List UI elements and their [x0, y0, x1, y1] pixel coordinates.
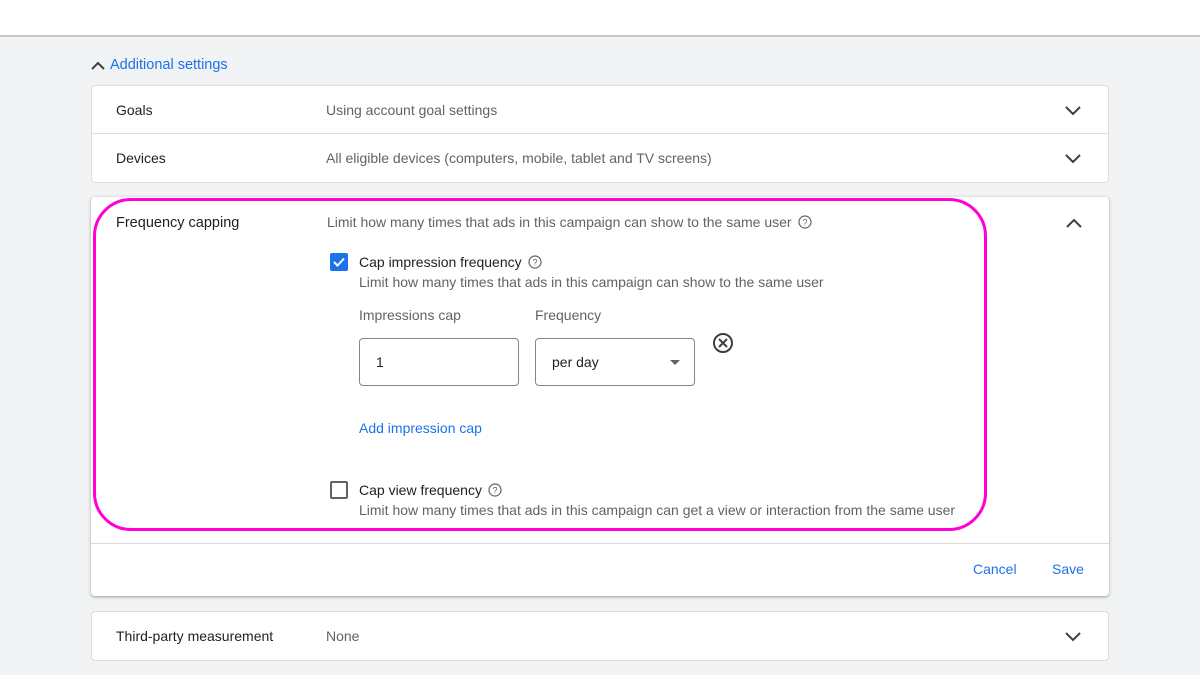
devices-value: All eligible devices (computers, mobile,… [326, 150, 712, 166]
devices-label: Devices [116, 150, 166, 166]
divider [91, 543, 1109, 544]
cap-view-checkbox[interactable] [330, 481, 348, 499]
cap-view-description: Limit how many times that ads in this ca… [359, 502, 956, 518]
devices-card: Devices All eligible devices (computers,… [91, 133, 1109, 183]
frequency-capping-card: Frequency capping Limit how many times t… [91, 197, 1109, 596]
goals-label: Goals [116, 102, 153, 118]
help-icon[interactable]: ? [488, 483, 502, 497]
svg-text:?: ? [802, 218, 807, 228]
chevron-down-icon[interactable] [1064, 104, 1082, 116]
remove-circle-icon[interactable] [712, 332, 734, 354]
goals-row[interactable]: Goals Using account goal settings [92, 86, 1108, 134]
cancel-button[interactable]: Cancel [973, 561, 1017, 577]
svg-text:?: ? [532, 258, 537, 268]
frequency-select[interactable]: per day [535, 338, 695, 386]
frequency-select-value: per day [552, 354, 599, 370]
add-impression-cap-link[interactable]: Add impression cap [359, 420, 482, 436]
cap-impression-label: Cap impression frequency [359, 254, 522, 270]
devices-row[interactable]: Devices All eligible devices (computers,… [92, 134, 1108, 182]
help-icon[interactable]: ? [797, 215, 812, 229]
frequency-label: Frequency [535, 307, 602, 323]
impressions-cap-input[interactable]: 1 [359, 338, 519, 386]
top-bar [0, 0, 1200, 37]
cap-view-label: Cap view frequency [359, 482, 482, 498]
frequency-capping-description: Limit how many times that ads in this ca… [327, 214, 812, 230]
impressions-cap-value: 1 [376, 354, 384, 370]
dropdown-arrow-icon [670, 360, 680, 365]
cap-view-title: Cap view frequency ? [359, 482, 502, 498]
save-button[interactable]: Save [1052, 561, 1084, 577]
chevron-up-icon[interactable] [1065, 217, 1083, 229]
svg-text:?: ? [492, 486, 497, 496]
chevron-down-icon[interactable] [1064, 630, 1082, 642]
chevron-down-icon[interactable] [1064, 152, 1082, 164]
third-party-value: None [326, 628, 360, 644]
additional-settings-toggle[interactable]: Additional settings [90, 57, 228, 73]
chevron-up-icon [91, 61, 105, 70]
third-party-card: Third-party measurement None [91, 611, 1109, 661]
goals-value: Using account goal settings [326, 102, 498, 118]
cap-impression-description: Limit how many times that ads in this ca… [359, 274, 824, 290]
goals-card: Goals Using account goal settings [91, 85, 1109, 134]
additional-settings-label: Additional settings [110, 57, 228, 73]
third-party-row[interactable]: Third-party measurement None [92, 612, 1108, 660]
checkmark-icon [333, 257, 345, 267]
third-party-label: Third-party measurement [116, 628, 274, 644]
cap-impression-title: Cap impression frequency ? [359, 254, 542, 270]
impressions-cap-label: Impressions cap [359, 307, 461, 323]
help-icon[interactable]: ? [528, 255, 542, 269]
frequency-capping-description-text: Limit how many times that ads in this ca… [327, 214, 792, 230]
frequency-capping-title: Frequency capping [116, 215, 240, 231]
cap-impression-checkbox[interactable] [330, 253, 348, 271]
